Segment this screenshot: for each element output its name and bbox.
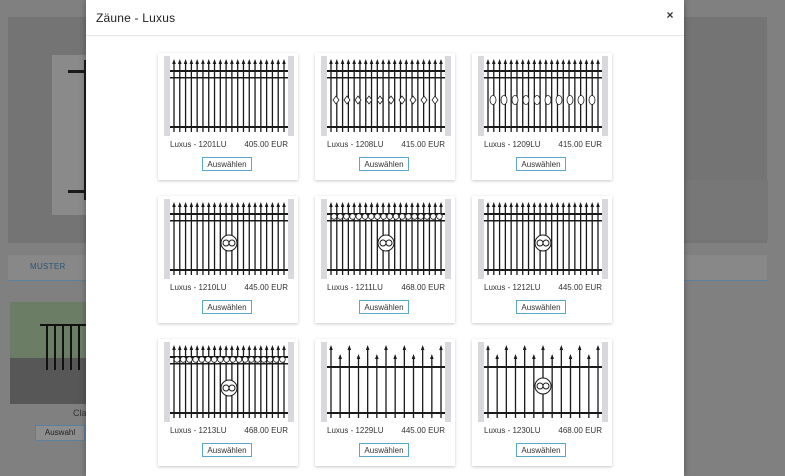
- product-name: Luxus - 1209LU: [484, 140, 541, 149]
- fence-image: [164, 199, 294, 279]
- fence-image: [164, 56, 294, 136]
- product-card: Luxus - 1208LU 415.00 EUR Auswählen: [315, 53, 455, 180]
- product-card: Luxus - 1201LU 405.00 EUR Auswählen: [158, 53, 298, 180]
- fence-selection-modal: Zäune - Luxus × Luxus - 1201LU 405.00 EU…: [86, 0, 684, 476]
- product-price: 415.00 EUR: [401, 140, 445, 149]
- product-price: 445.00 EUR: [401, 426, 445, 435]
- select-button[interactable]: Auswählen: [202, 443, 252, 457]
- select-button[interactable]: Auswählen: [359, 157, 409, 171]
- product-price: 468.00 EUR: [558, 426, 602, 435]
- product-price: 468.00 EUR: [401, 283, 445, 292]
- fence-image: [321, 56, 451, 136]
- product-price: 468.00 EUR: [244, 426, 288, 435]
- fence-image: [478, 199, 608, 279]
- fence-photo-thumbnail[interactable]: [10, 302, 86, 404]
- select-button[interactable]: Auswählen: [202, 157, 252, 171]
- select-button[interactable]: Auswählen: [516, 443, 566, 457]
- tab-muster[interactable]: MUSTER: [30, 262, 66, 271]
- product-card: Luxus - 1211LU 468.00 EUR Auswählen: [315, 196, 455, 323]
- select-button[interactable]: Auswählen: [202, 300, 252, 314]
- select-button[interactable]: Auswählen: [516, 300, 566, 314]
- product-price: 445.00 EUR: [558, 283, 602, 292]
- background-select-button[interactable]: Auswahl: [35, 425, 85, 441]
- product-card: Luxus - 1229LU 445.00 EUR Auswählen: [315, 339, 455, 466]
- thumbnail-caption: Cla: [73, 408, 87, 418]
- select-button[interactable]: Auswählen: [359, 300, 409, 314]
- product-price: 415.00 EUR: [558, 140, 602, 149]
- close-icon[interactable]: ×: [664, 8, 676, 22]
- modal-title: Zäune - Luxus: [96, 11, 176, 25]
- fence-image: [321, 199, 451, 279]
- product-name: Luxus - 1211LU: [327, 283, 383, 292]
- select-button[interactable]: Auswählen: [516, 157, 566, 171]
- product-name: Luxus - 1212LU: [484, 283, 541, 292]
- product-name: Luxus - 1210LU: [170, 283, 227, 292]
- product-card: Luxus - 1213LU 468.00 EUR Auswählen: [158, 339, 298, 466]
- product-grid: Luxus - 1201LU 405.00 EUR Auswählen Luxu…: [86, 36, 684, 476]
- modal-header: Zäune - Luxus ×: [86, 0, 684, 36]
- background-side-panel: [684, 180, 768, 240]
- fence-image: [164, 342, 294, 422]
- product-card: Luxus - 1210LU 445.00 EUR Auswählen: [158, 196, 298, 323]
- product-name: Luxus - 1230LU: [484, 426, 541, 435]
- product-name: Luxus - 1201LU: [170, 140, 227, 149]
- product-name: Luxus - 1208LU: [327, 140, 384, 149]
- select-button[interactable]: Auswählen: [359, 443, 409, 457]
- fence-image: [478, 342, 608, 422]
- product-card: Luxus - 1230LU 468.00 EUR Auswählen: [472, 339, 612, 466]
- product-name: Luxus - 1229LU: [327, 426, 384, 435]
- fence-image: [478, 56, 608, 136]
- product-name: Luxus - 1213LU: [170, 426, 227, 435]
- product-card: Luxus - 1209LU 415.00 EUR Auswählen: [472, 53, 612, 180]
- product-price: 405.00 EUR: [244, 140, 288, 149]
- product-price: 445.00 EUR: [244, 283, 288, 292]
- fence-image: [321, 342, 451, 422]
- product-card: Luxus - 1212LU 445.00 EUR Auswählen: [472, 196, 612, 323]
